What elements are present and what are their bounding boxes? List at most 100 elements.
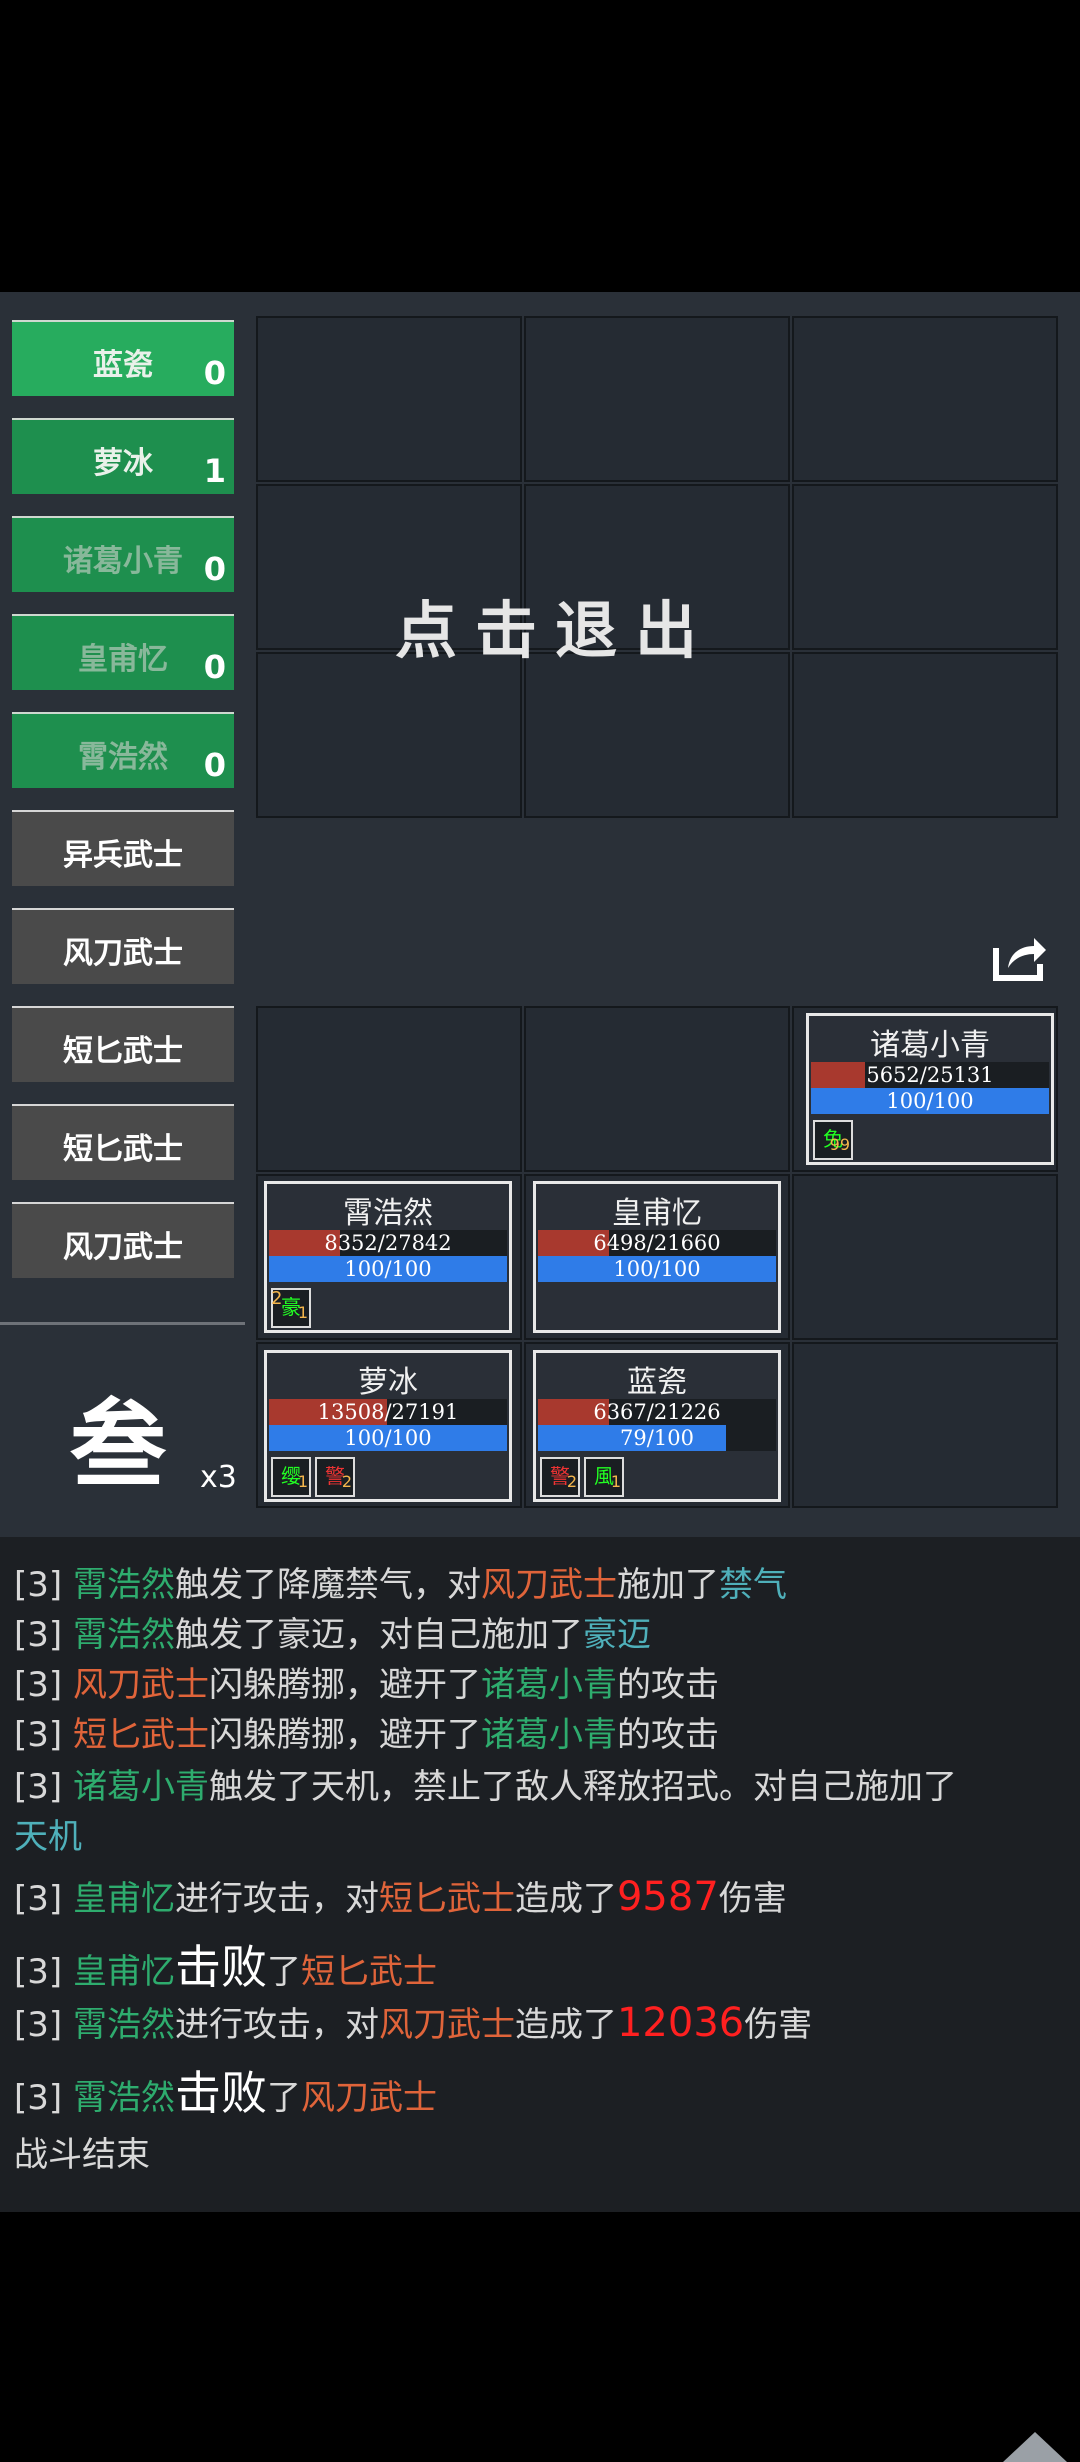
log-text: 了 bbox=[266, 2078, 301, 2118]
enemy-name: 风刀武士 bbox=[63, 936, 183, 971]
log-text: 了 bbox=[266, 1952, 301, 1992]
log-actor: 短匕武士 bbox=[72, 1715, 209, 1755]
log-target: 诸葛小青 bbox=[480, 1715, 617, 1755]
log-round-tag: [3] bbox=[14, 2078, 73, 2118]
log-actor: 霄浩然 bbox=[72, 1565, 175, 1605]
unit-name: 蓝瓷 bbox=[627, 1365, 687, 1400]
hp-bar: 6498/21660 bbox=[538, 1230, 776, 1256]
unit-name: 诸葛小青 bbox=[870, 1028, 990, 1063]
ally-grid-cell bbox=[792, 1342, 1058, 1508]
buff-icon[interactable]: 2豪1 bbox=[271, 1288, 311, 1328]
round-indicator: 叁 bbox=[70, 1388, 166, 1501]
unit-card-huangfuyi[interactable]: 皇甫忆 6498/21660 100/100 bbox=[533, 1181, 781, 1333]
log-target: 风刀武士 bbox=[378, 2005, 515, 2045]
divider bbox=[0, 1322, 245, 1325]
log-text: 闪躲腾挪，避开了 bbox=[208, 1665, 481, 1705]
log-actor: 皇甫忆 bbox=[72, 1952, 175, 1992]
log-text: 的攻击 bbox=[616, 1715, 719, 1755]
mp-bar: 79/100 bbox=[538, 1425, 776, 1451]
ally-item-huangfuyi[interactable]: 皇甫忆 0 bbox=[12, 614, 234, 690]
log-target: 风刀武士 bbox=[480, 1565, 617, 1605]
mp-bar: 100/100 bbox=[269, 1425, 507, 1451]
log-target: 风刀武士 bbox=[300, 2078, 437, 2118]
hp-text: 5652/25131 bbox=[866, 1063, 994, 1087]
log-line: 战斗结束 bbox=[14, 2127, 150, 2176]
log-round-tag: [3] bbox=[14, 1565, 73, 1605]
exit-button[interactable]: 点击退出 bbox=[255, 580, 855, 667]
log-text: 造成了 bbox=[514, 2005, 617, 2045]
mp-text: 79/100 bbox=[620, 1426, 694, 1450]
log-target: 短匕武士 bbox=[300, 1952, 437, 1992]
buff-stack: 1 bbox=[297, 1303, 308, 1322]
buff-stack: 99 bbox=[829, 1135, 850, 1154]
ally-grid-cell bbox=[792, 1174, 1058, 1340]
hp-bar: 13508/27191 bbox=[269, 1399, 507, 1425]
enemy-grid-cell bbox=[524, 652, 790, 818]
share-icon[interactable] bbox=[990, 934, 1048, 982]
log-line: [3] 霄浩然进行攻击，对风刀武士造成了12036伤害 bbox=[14, 1997, 812, 2046]
log-target: 诸葛小青 bbox=[480, 1665, 617, 1705]
hp-text: 6367/21226 bbox=[593, 1400, 721, 1424]
log-text: 伤害 bbox=[744, 2005, 813, 2045]
ally-name: 蓝瓷 bbox=[93, 348, 153, 383]
enemy-item[interactable]: 风刀武士 bbox=[12, 908, 234, 984]
ally-name: 诸葛小青 bbox=[63, 544, 183, 579]
log-line: 天机 bbox=[14, 1809, 82, 1858]
log-text: 触发了豪迈，对自己施加了 bbox=[174, 1615, 583, 1655]
unit-card-zhuge[interactable]: 诸葛小青 5652/25131 100/100 免 99 bbox=[806, 1013, 1054, 1165]
unit-card-luobing[interactable]: 萝冰 13508/27191 100/100 缨1 警2 bbox=[264, 1350, 512, 1502]
unit-card-xiaohaoran[interactable]: 霄浩然 8352/27842 100/100 2豪1 bbox=[264, 1181, 512, 1333]
enemy-grid-cell bbox=[256, 652, 522, 818]
enemy-item[interactable]: 短匕武士 bbox=[12, 1104, 234, 1180]
mp-text: 100/100 bbox=[886, 1089, 974, 1113]
log-effect: 豪迈 bbox=[582, 1615, 651, 1655]
ally-name: 霄浩然 bbox=[78, 740, 168, 775]
ally-item-luobing[interactable]: 萝冰 1 bbox=[12, 418, 234, 494]
ally-item-xiaohaoran[interactable]: 霄浩然 0 bbox=[12, 712, 234, 788]
log-line: [3] 霄浩然触发了豪迈，对自己施加了豪迈 bbox=[14, 1607, 651, 1656]
combat-log[interactable]: [3] 霄浩然触发了降魔禁气，对风刀武士施加了禁气 [3] 霄浩然触发了豪迈，对… bbox=[0, 1537, 1080, 2212]
buff-icon[interactable]: 免 99 bbox=[813, 1120, 853, 1160]
log-round-tag: [3] bbox=[14, 1615, 73, 1655]
ally-grid-cell bbox=[256, 1006, 522, 1172]
log-actor: 诸葛小青 bbox=[72, 1767, 209, 1807]
ally-grid-cell bbox=[524, 1006, 790, 1172]
ally-item-lanci[interactable]: 蓝瓷 0 bbox=[12, 320, 234, 396]
enemy-item[interactable]: 异兵武士 bbox=[12, 810, 234, 886]
enemy-name: 短匕武士 bbox=[63, 1034, 183, 1069]
unit-name: 霄浩然 bbox=[343, 1196, 433, 1231]
buff-icon[interactable]: 缨1 bbox=[271, 1457, 311, 1497]
speed-multiplier[interactable]: x3 bbox=[200, 1460, 237, 1495]
enemy-grid-cell bbox=[792, 316, 1058, 482]
hp-text: 6498/21660 bbox=[593, 1231, 721, 1255]
log-round-tag: [3] bbox=[14, 1879, 73, 1919]
battle-end-text: 战斗结束 bbox=[14, 2135, 150, 2175]
scroll-up-icon[interactable] bbox=[1003, 2432, 1067, 2462]
buff-icon[interactable]: 警2 bbox=[315, 1457, 355, 1497]
log-damage: 9587 bbox=[616, 1874, 719, 1920]
log-effect: 天机 bbox=[14, 1817, 82, 1857]
buff-icon[interactable]: 風1 bbox=[584, 1457, 624, 1497]
unit-name: 皇甫忆 bbox=[612, 1196, 702, 1231]
ally-name: 萝冰 bbox=[93, 446, 153, 481]
buff-icon[interactable]: 警2 bbox=[540, 1457, 580, 1497]
log-actor: 霄浩然 bbox=[72, 1615, 175, 1655]
log-actor: 霄浩然 bbox=[72, 2078, 175, 2118]
log-text: 进行攻击，对 bbox=[174, 2005, 379, 2045]
enemy-item[interactable]: 短匕武士 bbox=[12, 1006, 234, 1082]
log-defeat: 击败 bbox=[174, 1940, 267, 1994]
log-round-tag: [3] bbox=[14, 1952, 73, 1992]
unit-card-lanci[interactable]: 蓝瓷 6367/21226 79/100 警2 風1 bbox=[533, 1350, 781, 1502]
ally-count: 0 bbox=[203, 354, 226, 392]
enemy-item[interactable]: 风刀武士 bbox=[12, 1202, 234, 1278]
mp-bar: 100/100 bbox=[269, 1256, 507, 1282]
ally-name: 皇甫忆 bbox=[78, 642, 168, 677]
log-round-tag: [3] bbox=[14, 1767, 73, 1807]
hp-bar: 8352/27842 bbox=[269, 1230, 507, 1256]
log-text: 伤害 bbox=[718, 1879, 787, 1919]
log-text: 施加了 bbox=[616, 1565, 719, 1605]
log-line: [3] 皇甫忆进行攻击，对短匕武士造成了9587伤害 bbox=[14, 1871, 787, 1920]
enemy-grid-cell bbox=[792, 652, 1058, 818]
log-text: 的攻击 bbox=[616, 1665, 719, 1705]
ally-item-zhuge[interactable]: 诸葛小青 0 bbox=[12, 516, 234, 592]
